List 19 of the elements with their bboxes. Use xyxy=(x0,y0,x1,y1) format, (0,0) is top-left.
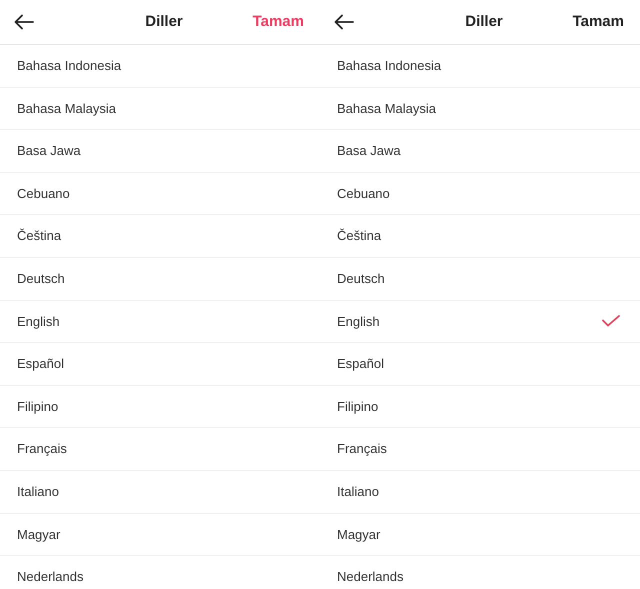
language-item[interactable]: Français xyxy=(320,428,640,471)
language-item[interactable]: Bahasa Malaysia xyxy=(320,88,640,130)
back-arrow-icon[interactable] xyxy=(334,14,354,30)
language-item[interactable]: Nederlands xyxy=(320,556,640,589)
page-title: Diller xyxy=(465,12,503,32)
language-item[interactable]: Italiano xyxy=(320,470,640,514)
language-item[interactable]: Cebuano xyxy=(320,172,640,216)
back-arrow-icon[interactable] xyxy=(14,14,34,30)
page-title: Diller xyxy=(145,12,183,32)
language-item[interactable]: Deutsch xyxy=(320,258,640,301)
language-item[interactable]: Español xyxy=(320,343,640,386)
language-item[interactable]: Filipino xyxy=(320,386,640,428)
done-button[interactable]: Tamam xyxy=(252,10,304,34)
done-button[interactable]: Tamam xyxy=(572,10,624,34)
language-item[interactable]: Magyar xyxy=(320,514,640,556)
language-item[interactable]: Basa Jawa xyxy=(320,130,640,173)
language-item[interactable]: Čeština xyxy=(320,215,640,258)
language-item[interactable]: English xyxy=(320,300,640,344)
language-item[interactable]: Bahasa Indonesia xyxy=(320,45,640,88)
